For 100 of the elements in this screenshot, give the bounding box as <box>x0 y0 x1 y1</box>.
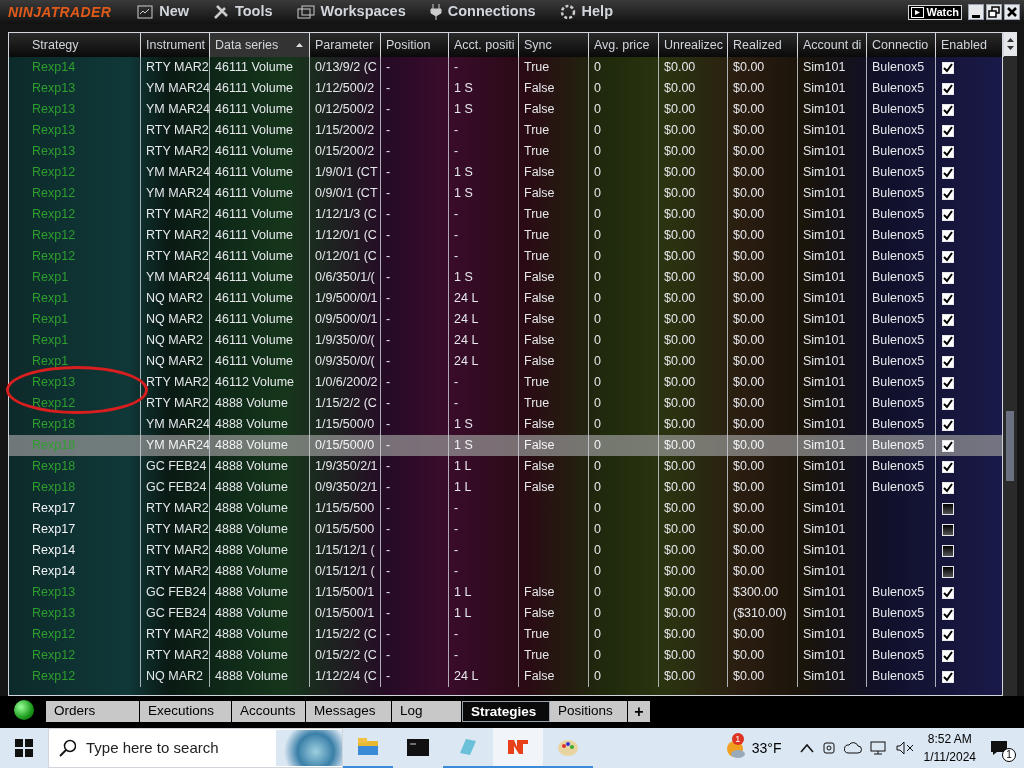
search-bar[interactable]: Type here to search <box>48 728 343 768</box>
table-row[interactable]: Rexp13 RTY MAR2 46111 Volume 0/15/200/2 - - True 0 $0.00 $0.00 Sim101 Bulenox5 <box>9 141 1002 162</box>
column-header[interactable]: Data series <box>210 33 310 57</box>
table-row[interactable]: Rexp1 NQ MAR2 46111 Volume 0/9/350/0/( - 24 L False 0 $0.00 $0.00 Sim101 Bulenox5 <box>9 351 1002 372</box>
table-row[interactable]: Rexp14 RTY MAR2 4888 Volume 0/15/12/1 ( - - 0 $0.00 $0.00 Sim101 <box>9 561 1002 582</box>
speaker-muted-icon[interactable] <box>895 741 914 755</box>
column-header[interactable]: Unrealizec <box>659 33 728 57</box>
table-row[interactable]: Rexp13 GC FEB24 4888 Volume 1/15/500/1 - 1 L False 0 $0.00 $300.00 Sim101 Bulenox5 <box>9 582 1002 603</box>
tab[interactable]: Positions <box>550 701 628 722</box>
tab[interactable]: Strategies <box>462 701 550 722</box>
chevron-up-icon[interactable] <box>799 743 814 753</box>
enabled-checkbox[interactable] <box>942 187 954 200</box>
menu-item[interactable]: New <box>137 1 189 23</box>
table-row[interactable]: Rexp13 YM MAR24 46111 Volume 0/12/500/2 - 1 S False 0 $0.00 $0.00 Sim101 Bulenox5 <box>9 99 1002 120</box>
table-cell-text: $0.00 <box>664 311 696 329</box>
enabled-checkbox[interactable] <box>942 355 954 368</box>
table-row[interactable]: Rexp13 RTY MAR2 46111 Volume 1/15/200/2 - - True 0 $0.00 $0.00 Sim101 Bulenox5 <box>9 120 1002 141</box>
tab[interactable]: Log <box>392 701 462 722</box>
enabled-checkbox[interactable] <box>942 292 954 305</box>
network-icon[interactable] <box>869 740 888 756</box>
tab[interactable]: Executions <box>140 701 232 722</box>
enabled-checkbox[interactable] <box>942 145 954 158</box>
menu-item[interactable]: Help <box>559 1 613 23</box>
enabled-checkbox[interactable] <box>942 586 954 599</box>
enabled-checkbox[interactable] <box>942 166 954 179</box>
table-row[interactable]: Rexp12 RTY MAR2 46111 Volume 1/12/1/3 (C - - True 0 $0.00 $0.00 Sim101 Bulenox5 <box>9 204 1002 225</box>
table-row[interactable]: Rexp1 NQ MAR2 46111 Volume 0/9/500/0/1 - 24 L False 0 $0.00 $0.00 Sim101 Bulenox5 <box>9 309 1002 330</box>
table-row[interactable]: Rexp12 RTY MAR2 46111 Volume 1/12/0/1 (C - - True 0 $0.00 $0.00 Sim101 Bulenox5 <box>9 225 1002 246</box>
enabled-checkbox[interactable] <box>942 208 954 221</box>
search-input[interactable]: Type here to search <box>86 736 266 760</box>
table-cell-text: RTY MAR2 <box>146 206 209 224</box>
tab[interactable]: Messages <box>306 701 392 722</box>
restore-button[interactable] <box>986 4 1002 20</box>
enabled-checkbox[interactable] <box>942 229 954 242</box>
enabled-checkbox[interactable] <box>942 103 954 116</box>
table-cell-text: $0.00 <box>733 227 765 245</box>
table-cell-text: 0/13/9/2 (C <box>315 59 377 77</box>
table-row[interactable]: Rexp12 RTY MAR2 46111 Volume 0/12/0/1 (C - - True 0 $0.00 $0.00 Sim101 Bulenox5 <box>9 246 1002 267</box>
scrollbar-thumb[interactable] <box>1006 411 1014 481</box>
add-tab-button[interactable]: + <box>628 701 650 722</box>
column-header[interactable]: Parameter <box>310 33 381 57</box>
table-row[interactable]: Rexp14 RTY MAR2 46111 Volume 0/13/9/2 (C - - True 0 $0.00 $0.00 Sim101 Bulenox5 <box>9 57 1002 78</box>
table-row[interactable]: Rexp12 RTY MAR2 4888 Volume 1/15/2/2 (C - - True 0 $0.00 $0.00 Sim101 Bulenox5 <box>9 624 1002 645</box>
enabled-checkbox[interactable] <box>942 61 954 74</box>
close-button[interactable] <box>1004 4 1020 20</box>
table-row[interactable]: Rexp13 RTY MAR2 46112 Volume 1/0/6/200/2 - - True 0 $0.00 $0.00 Sim101 Bulenox5 <box>9 372 1002 393</box>
table-row[interactable]: Rexp1 YM MAR24 46111 Volume 0/6/350/1/( - 1 S False 0 $0.00 $0.00 Sim101 Bulenox5 <box>9 267 1002 288</box>
table-row[interactable]: Rexp12 NQ MAR2 4888 Volume 1/12/2/4 (C - 24 L False 0 $0.00 $0.00 Sim101 Bulenox5 <box>9 666 1002 687</box>
scroll-up-icon[interactable] <box>1006 38 1014 42</box>
column-header[interactable]: Strategy <box>9 33 141 57</box>
table-row[interactable]: Rexp12 RTY MAR2 4888 Volume 0/15/2/2 (C - - True 0 $0.00 $0.00 Sim101 Bulenox5 <box>9 645 1002 666</box>
enabled-checkbox[interactable] <box>942 628 954 641</box>
enabled-checkbox[interactable] <box>942 418 954 431</box>
table-row[interactable]: Rexp14 RTY MAR2 4888 Volume 1/15/12/1 ( - - 0 $0.00 $0.00 Sim101 <box>9 540 1002 561</box>
column-header[interactable]: Avg. price <box>589 33 659 57</box>
table-row[interactable]: Rexp1 NQ MAR2 46111 Volume 1/9/350/0/( - 24 L False 0 $0.00 $0.00 Sim101 Bulenox5 <box>9 330 1002 351</box>
enabled-checkbox[interactable] <box>942 271 954 284</box>
enabled-checkbox[interactable] <box>942 607 954 620</box>
table-cell-text: Bulenox5 <box>872 164 925 182</box>
table-row[interactable]: Rexp12 YM MAR24 46111 Volume 0/9/0/1 (CT - 1 S False 0 $0.00 $0.00 Sim101 Bulenox5 <box>9 183 1002 204</box>
column-header[interactable]: Sync <box>519 33 589 57</box>
table-row[interactable]: Rexp12 RTY MAR2 4888 Volume 1/15/2/2 (C - - True 0 $0.00 $0.00 Sim101 Bulenox5 <box>9 393 1002 414</box>
enabled-checkbox[interactable] <box>942 124 954 137</box>
column-header[interactable]: Account di <box>798 33 867 57</box>
tab[interactable]: Orders <box>46 701 140 722</box>
enabled-checkbox[interactable] <box>942 481 954 494</box>
enabled-checkbox[interactable] <box>942 460 954 473</box>
column-header[interactable]: Position <box>381 33 449 57</box>
table-row[interactable]: Rexp13 YM MAR24 46111 Volume 1/12/500/2 - 1 S False 0 $0.00 $0.00 Sim101 Bulenox5 <box>9 78 1002 99</box>
enabled-checkbox[interactable] <box>942 334 954 347</box>
table-row[interactable]: Rexp17 RTY MAR2 4888 Volume 1/15/5/500 - - 0 $0.00 $0.00 Sim101 <box>9 498 1002 519</box>
table-row[interactable]: Rexp1 NQ MAR2 46111 Volume 1/9/500/0/1 - 24 L False 0 $0.00 $0.00 Sim101 Bulenox5 <box>9 288 1002 309</box>
camera-icon[interactable] <box>821 740 836 756</box>
scrollbar[interactable] <box>1003 32 1017 696</box>
menu-item[interactable]: Tools <box>213 1 273 23</box>
column-header[interactable]: Realized <box>728 33 798 57</box>
enabled-checkbox[interactable] <box>942 439 954 452</box>
menu-item[interactable]: Workspaces <box>296 1 406 23</box>
table-row[interactable]: Rexp12 YM MAR24 46111 Volume 1/9/0/1 (CT - 1 S False 0 $0.00 $0.00 Sim101 Bulenox5 <box>9 162 1002 183</box>
tab[interactable]: Accounts <box>232 701 306 722</box>
enabled-checkbox[interactable] <box>942 649 954 662</box>
notification-button[interactable]: 1 <box>990 736 1014 760</box>
enabled-checkbox[interactable] <box>942 82 954 95</box>
menu-item[interactable]: Connections <box>429 1 536 23</box>
column-header[interactable]: Connectio <box>867 33 936 57</box>
minimize-button[interactable] <box>968 4 984 20</box>
table-row[interactable]: Rexp18 GC FEB24 4888 Volume 1/9/350/2/1 - 1 L False 0 $0.00 $0.00 Sim101 Bulenox5 <box>9 456 1002 477</box>
scroll-down-icon[interactable] <box>1006 46 1014 50</box>
table-row[interactable]: Rexp17 RTY MAR2 4888 Volume 0/15/5/500 - - 0 $0.00 $0.00 Sim101 <box>9 519 1002 540</box>
enabled-checkbox[interactable] <box>942 397 954 410</box>
column-header[interactable]: Acct. positi <box>449 33 519 57</box>
enabled-checkbox[interactable] <box>942 376 954 389</box>
table-row[interactable]: Rexp13 GC FEB24 4888 Volume 0/15/500/1 - 1 L False 0 $0.00 ($310.00) Sim101 Bulenox5 <box>9 603 1002 624</box>
enabled-checkbox[interactable] <box>942 313 954 326</box>
table-row[interactable]: Rexp18 GC FEB24 4888 Volume 0/9/350/2/1 - 1 L False 0 $0.00 $0.00 Sim101 Bulenox5 <box>9 477 1002 498</box>
clock[interactable]: 8:52 AM 1/11/2024 <box>923 730 976 766</box>
table-row[interactable]: Rexp18 YM MAR24 4888 Volume 0/15/500/0 - 1 S False 0 $0.00 $0.00 Sim101 Bulenox5 <box>9 435 1002 456</box>
enabled-checkbox[interactable] <box>942 250 954 263</box>
watch-button[interactable]: Watch <box>908 4 962 20</box>
enabled-checkbox[interactable] <box>942 670 954 683</box>
